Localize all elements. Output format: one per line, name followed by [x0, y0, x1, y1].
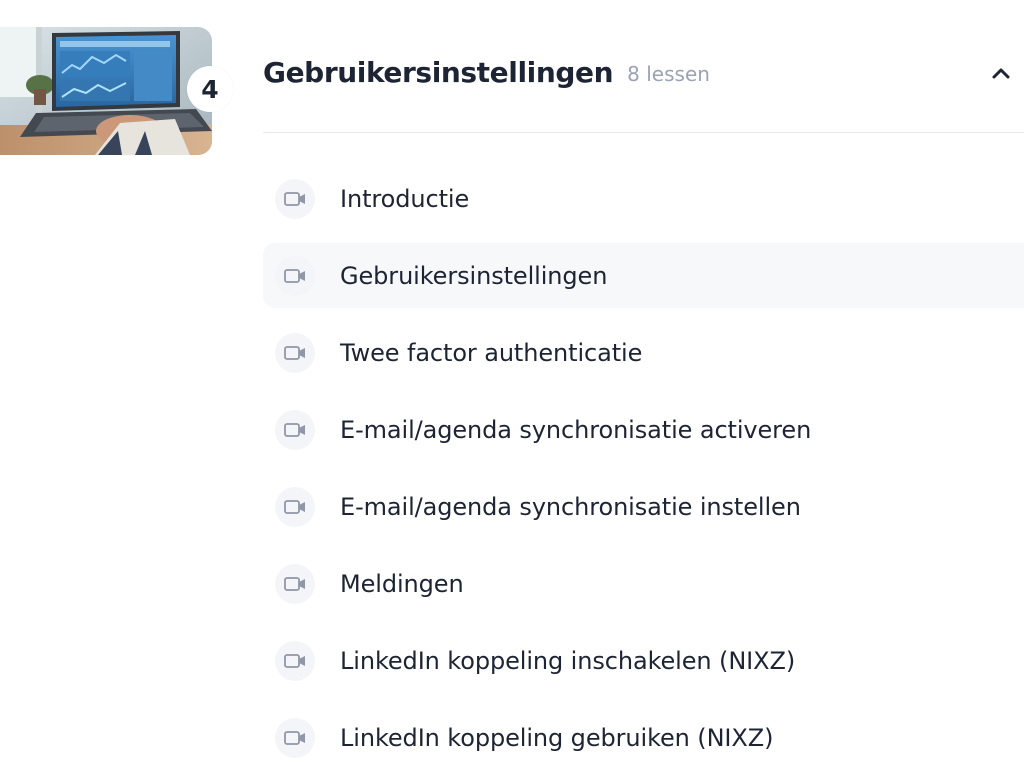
header-divider — [263, 132, 1024, 133]
lesson-item[interactable]: Twee factor authenticatie — [263, 320, 1024, 385]
module-title: Gebruikersinstellingen — [263, 55, 614, 89]
lesson-label: E-mail/agenda synchronisatie instellen — [340, 492, 801, 521]
lesson-item[interactable]: LinkedIn koppeling inschakelen (NIXZ) — [263, 628, 1024, 693]
lesson-item[interactable]: E-mail/agenda synchronisatie activeren — [263, 397, 1024, 462]
lesson-label: Meldingen — [340, 569, 464, 598]
lesson-label: LinkedIn koppeling gebruiken (NIXZ) — [340, 723, 774, 752]
lesson-label: LinkedIn koppeling inschakelen (NIXZ) — [340, 646, 796, 675]
lesson-item[interactable]: Introductie — [263, 166, 1024, 231]
video-camera-icon — [275, 717, 315, 758]
chevron-up-icon[interactable] — [988, 60, 1014, 86]
lesson-item-active[interactable]: Gebruikersinstellingen — [263, 243, 1024, 308]
video-camera-icon — [275, 332, 315, 373]
lesson-label: Gebruikersinstellingen — [340, 261, 608, 290]
video-camera-icon — [275, 255, 315, 296]
module-header[interactable]: Gebruikersinstellingen 8 lessen — [263, 40, 1024, 104]
lesson-label: Introductie — [340, 184, 470, 213]
lesson-label: E-mail/agenda synchronisatie activeren — [340, 415, 812, 444]
lesson-item[interactable]: E-mail/agenda synchronisatie instellen — [263, 474, 1024, 539]
lesson-count: 8 lessen — [627, 62, 710, 86]
lesson-label: Twee factor authenticatie — [340, 338, 643, 367]
lesson-item[interactable]: LinkedIn koppeling gebruiken (NIXZ) — [263, 705, 1024, 770]
lesson-list: Introductie Gebruikersinstellingen Twee … — [263, 166, 1024, 782]
video-camera-icon — [275, 640, 315, 681]
lesson-item[interactable]: Meldingen — [263, 551, 1024, 616]
video-camera-icon — [275, 486, 315, 527]
video-camera-icon — [275, 409, 315, 450]
video-camera-icon — [275, 563, 315, 604]
module-number-badge: 4 — [187, 66, 233, 112]
module-thumbnail — [0, 27, 212, 155]
video-camera-icon — [275, 178, 315, 219]
